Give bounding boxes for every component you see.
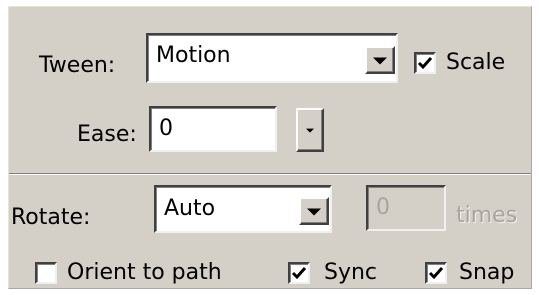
orient-to-path-label: Orient to path bbox=[67, 260, 222, 285]
orient-to-path-checkbox[interactable] bbox=[35, 262, 57, 284]
chevron-down-icon bbox=[306, 128, 314, 133]
rotate-dropdown-button[interactable] bbox=[299, 197, 329, 225]
chevron-down-icon bbox=[307, 208, 321, 216]
tween-label: Tween: bbox=[39, 53, 116, 78]
tween-dropdown-button[interactable] bbox=[365, 46, 395, 74]
rotate-label: Rotate: bbox=[11, 205, 91, 230]
snap-label: Snap bbox=[459, 260, 515, 285]
tween-select-value: Motion bbox=[156, 43, 231, 68]
rotate-times-value: 0 bbox=[376, 195, 390, 220]
ease-input[interactable]: 0 bbox=[149, 106, 277, 152]
snap-checkbox[interactable] bbox=[425, 262, 447, 284]
scale-checkbox[interactable] bbox=[414, 52, 436, 74]
rotate-select-value: Auto bbox=[164, 196, 216, 221]
scale-label: Scale bbox=[446, 50, 506, 75]
rotate-times-input[interactable]: 0 bbox=[366, 185, 446, 231]
tween-select[interactable]: Motion bbox=[146, 33, 398, 83]
ease-input-value: 0 bbox=[159, 116, 173, 141]
ease-slider-button[interactable] bbox=[296, 108, 324, 152]
times-label: times bbox=[456, 203, 518, 228]
sync-checkbox[interactable] bbox=[288, 262, 310, 284]
checkmark-icon bbox=[428, 267, 444, 280]
sync-label: Sync bbox=[324, 260, 378, 285]
section-divider bbox=[9, 173, 531, 175]
rotate-select[interactable]: Auto bbox=[154, 185, 332, 233]
frame-properties-panel: Tween: Motion Scale Ease: 0 Rotate: Auto… bbox=[8, 6, 532, 289]
checkmark-icon bbox=[291, 267, 307, 280]
chevron-down-icon bbox=[373, 57, 387, 65]
ease-label: Ease: bbox=[77, 122, 137, 147]
checkmark-icon bbox=[417, 57, 433, 70]
